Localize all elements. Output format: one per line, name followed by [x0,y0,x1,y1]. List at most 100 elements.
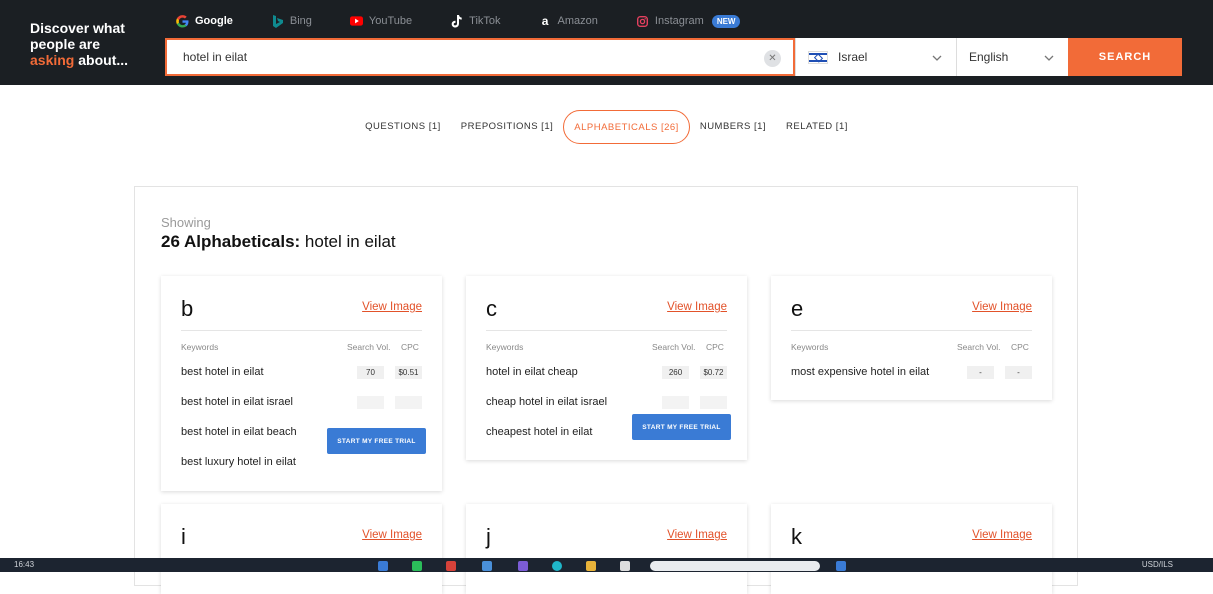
keyword-item[interactable]: most expensive hotel in eilat [791,366,929,378]
keyword-item[interactable]: cheap hotel in eilat israel [486,396,607,408]
card-letter: i [181,524,186,549]
taskbar-app-icon[interactable] [482,561,492,571]
brand-line-1: Discover what [30,20,125,36]
language-select[interactable]: English [956,38,1068,76]
taskbar-app-icon[interactable] [552,561,562,571]
taskbar-active-window[interactable] [650,561,820,571]
result-card-k: k View Image [771,504,1052,594]
engine-label-instagram: Instagram [654,15,704,27]
view-image-link[interactable]: View Image [972,529,1032,541]
israel-flag-icon [808,50,828,64]
keyword-item[interactable]: best hotel in eilat israel [181,396,293,408]
card-divider [791,330,1032,331]
keyword-item[interactable]: best hotel in eilat [181,366,264,378]
start-free-trial-button[interactable]: START MY FREE TRIAL [327,428,426,454]
keyword-item[interactable]: hotel in eilat cheap [486,366,578,378]
tab-related[interactable]: RELATED [1] [776,110,858,144]
results-count: 26 Alphabeticals: [161,232,301,251]
keywords-column-header: Keywords [791,342,829,352]
keyword-item[interactable]: best luxury hotel in eilat [181,456,296,468]
tab-prepositions[interactable]: PREPOSITIONS [1] [451,110,563,144]
card-letter: c [486,296,497,321]
search-volume-value: 260 [662,366,689,379]
taskbar-app-icon[interactable] [378,561,388,571]
keywords-column-header: Keywords [181,342,219,352]
engine-tab-google[interactable]: Google [176,14,233,28]
result-card-c: c View Image Keywords Search Vol. CPC ho… [466,276,747,460]
brand-accent: asking [30,52,75,68]
keywords-column-header: Keywords [486,342,524,352]
taskbar-app-icon[interactable] [836,561,846,571]
result-card-b: b View Image Keywords Search Vol. CPC be… [161,276,442,491]
start-free-trial-button[interactable]: START MY FREE TRIAL [632,414,731,440]
search-input-wrapper: ✕ [165,38,795,76]
results-panel: Showing 26 Alphabeticals: hotel in eilat… [134,186,1078,594]
result-type-tabs: QUESTIONS [1] PREPOSITIONS [1] ALPHABETI… [0,110,1213,146]
view-image-link[interactable]: View Image [667,529,727,541]
view-image-link[interactable]: View Image [972,301,1032,313]
youtube-icon [349,15,363,28]
cpc-column-header: CPC [401,342,419,352]
engine-label-bing: Bing [289,15,312,27]
engine-label-amazon: Amazon [557,15,598,27]
taskbar-app-icon[interactable] [620,561,630,571]
search-volume-value: - [967,366,994,379]
results-heading: 26 Alphabeticals: hotel in eilat [161,232,396,252]
google-icon [176,14,189,28]
engine-tab-amazon[interactable]: a Amazon [539,14,598,28]
new-badge: NEW [711,14,741,28]
tab-alphabeticals[interactable]: ALPHABETICALS [26] [563,110,690,144]
engine-tabs: Google Bing YouTube TikTok a Amazon Inst… [176,11,778,31]
keyword-item[interactable]: best hotel in eilat beach [181,426,297,438]
cpc-column-header: CPC [706,342,724,352]
locked-metric [662,396,689,409]
engine-label-tiktok: TikTok [469,15,501,27]
brand-logo[interactable]: Discover what people are asking about... [30,20,160,68]
tab-questions[interactable]: QUESTIONS [1] [355,110,451,144]
chevron-down-icon [1044,51,1054,65]
top-header: Discover what people are asking about...… [0,0,1213,85]
engine-tab-tiktok[interactable]: TikTok [450,14,501,28]
search-vol-column-header: Search Vol. [957,342,1001,352]
country-select[interactable]: Israel [795,38,956,76]
view-image-link[interactable]: View Image [362,529,422,541]
result-card-j: j View Image [466,504,747,594]
taskbar-app-icon[interactable] [586,561,596,571]
search-vol-column-header: Search Vol. [652,342,696,352]
search-vol-column-header: Search Vol. [347,342,391,352]
engine-tab-bing[interactable]: Bing [271,14,312,28]
search-volume-value: 70 [357,366,384,379]
search-bar: ✕ Israel English SEARCH [165,38,1182,76]
card-letter: k [791,524,802,549]
bing-icon [271,14,284,28]
keyword-item[interactable]: cheapest hotel in eilat [486,426,592,438]
engine-label-youtube: YouTube [368,15,413,27]
results-query: hotel in eilat [300,232,396,251]
taskbar-app-icon[interactable] [412,561,422,571]
engine-tab-instagram[interactable]: Instagram NEW [636,14,741,28]
brand-line-3-rest: about... [74,52,129,68]
tiktok-icon [450,14,463,28]
cpc-value: $0.51 [395,366,422,379]
taskbar-app-icon[interactable] [518,561,528,571]
search-input[interactable] [183,40,743,74]
taskbar-clock: 16:43 [14,560,35,569]
cpc-value: $0.72 [700,366,727,379]
language-select-value: English [969,50,1009,64]
showing-label: Showing [161,215,211,230]
view-image-link[interactable]: View Image [362,301,422,313]
country-select-value: Israel [838,50,868,64]
taskbar-app-icon[interactable] [446,561,456,571]
engine-tab-youtube[interactable]: YouTube [349,15,413,28]
clear-search-icon[interactable]: ✕ [764,50,781,67]
view-image-link[interactable]: View Image [667,301,727,313]
card-letter: e [791,296,804,321]
card-letter: b [181,296,194,321]
taskbar-currency: USD/ILS [1141,560,1173,569]
tab-numbers[interactable]: NUMBERS [1] [690,110,776,144]
cpc-value: - [1005,366,1032,379]
engine-label-google: Google [195,15,233,27]
search-button[interactable]: SEARCH [1068,38,1182,76]
brand-line-2: people are [30,36,101,52]
chevron-down-icon [932,51,942,65]
